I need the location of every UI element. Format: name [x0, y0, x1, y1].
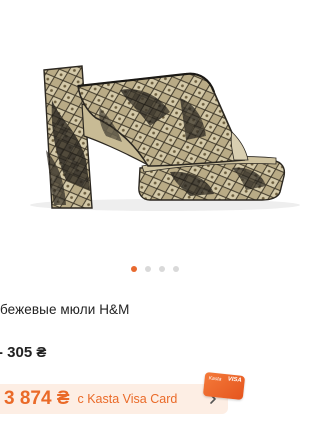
promo-text: с Kasta Visa Card: [77, 392, 178, 406]
promo-price: 3 874 ₴: [4, 388, 70, 409]
product-title: бежевые мюли H&M: [0, 302, 130, 317]
gallery-dot-active[interactable]: [131, 266, 137, 272]
product-photo: [30, 65, 300, 211]
gallery-pagination: [0, 266, 310, 272]
product-image-gallery[interactable]: [0, 0, 310, 262]
kasta-visa-card-icon: Kasta VISA: [202, 371, 246, 401]
old-price: - 305 ₴: [0, 344, 47, 361]
card-promo-banner[interactable]: 3 874 ₴ с Kasta Visa Card: [0, 384, 228, 414]
card-badge-brand: Kasta: [208, 375, 222, 383]
card-badge-network: VISA: [227, 376, 242, 384]
gallery-dot[interactable]: [159, 266, 165, 272]
gallery-dot[interactable]: [173, 266, 179, 272]
product-screen: бежевые мюли H&M - 305 ₴ 3 874 ₴ с Kasta…: [0, 0, 310, 430]
gallery-dot[interactable]: [145, 266, 151, 272]
